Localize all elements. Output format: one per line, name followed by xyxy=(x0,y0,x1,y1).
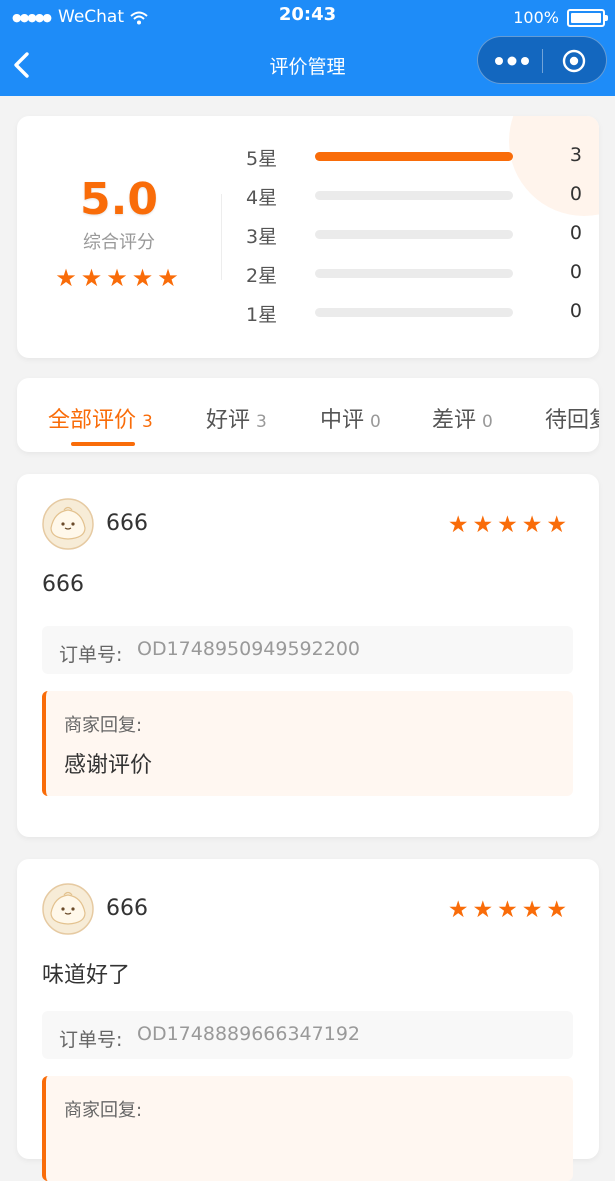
avatar xyxy=(42,498,94,550)
rating-summary-card: 5.0 综合评分 ★★★★★ 5星 3 4星 0 3星 0 2星 0 1星 0 xyxy=(17,116,599,358)
status-bar: ●●●●● WeChat 20:43 100% xyxy=(0,0,615,34)
overall-stars-icon: ★★★★★ xyxy=(55,264,183,292)
distribution-bar xyxy=(315,191,513,200)
active-tab-indicator xyxy=(71,442,135,446)
review-stars-icon: ★★★★★ xyxy=(447,897,571,923)
menu-capsule xyxy=(477,36,607,84)
navigation-bar: ●●●●● WeChat 20:43 100% 评价管理 xyxy=(0,0,615,96)
order-number-box: 订单号: OD1748950949592200 xyxy=(42,626,573,674)
review-card: 666 ★★★★★ 666 订单号: OD1748950949592200 商家… xyxy=(17,474,599,837)
distribution-row-2: 2星 0 xyxy=(246,261,582,287)
merchant-reply-label: 商家回复: xyxy=(64,715,143,736)
divider xyxy=(221,194,222,280)
distribution-row-3: 3星 0 xyxy=(246,222,582,248)
filter-tabs: 全部评价3 好评3 中评0 差评0 待回复 xyxy=(17,378,599,452)
tab-negative[interactable]: 差评 0 xyxy=(432,402,493,434)
capsule-divider xyxy=(542,49,543,73)
tab-all[interactable]: 全部评价 3 xyxy=(48,402,153,434)
distribution-bar xyxy=(315,269,513,278)
order-number-label: 订单号: xyxy=(59,644,123,666)
merchant-reply-text: 感谢评价 xyxy=(64,753,153,778)
tab-positive[interactable]: 好评 3 xyxy=(206,402,267,434)
review-content: 666 xyxy=(42,572,84,597)
overall-score: 5.0 xyxy=(80,174,158,225)
target-circle-icon[interactable] xyxy=(562,49,586,73)
distribution-row-4: 4星 0 xyxy=(246,183,582,209)
merchant-reply-label: 商家回复: xyxy=(64,1100,143,1121)
review-content: 味道好了 xyxy=(42,963,131,988)
overall-score-label: 综合评分 xyxy=(83,232,155,253)
distribution-bar xyxy=(315,230,513,239)
tab-pending-reply[interactable]: 待回复 xyxy=(545,402,599,434)
distribution-row-5: 5星 3 xyxy=(246,144,582,170)
review-username: 666 xyxy=(106,511,148,536)
order-number-value: OD1748889666347192 xyxy=(137,1023,360,1045)
avatar xyxy=(42,883,94,935)
distribution-row-1: 1星 0 xyxy=(246,300,582,326)
merchant-reply-box: 商家回复: xyxy=(42,1076,573,1181)
battery-icon xyxy=(567,8,608,27)
distribution-bar xyxy=(315,152,513,161)
review-stars-icon: ★★★★★ xyxy=(447,512,571,538)
more-dots-icon[interactable] xyxy=(494,50,530,72)
merchant-reply-box: 商家回复: 感谢评价 xyxy=(42,691,573,796)
order-number-box: 订单号: OD1748889666347192 xyxy=(42,1011,573,1059)
tab-neutral[interactable]: 中评 0 xyxy=(320,402,381,434)
review-card: 666 ★★★★★ 味道好了 订单号: OD1748889666347192 商… xyxy=(17,859,599,1181)
battery-percent: 100% xyxy=(513,8,559,27)
order-number-value: OD1748950949592200 xyxy=(137,638,360,660)
distribution-bar xyxy=(315,308,513,317)
order-number-label: 订单号: xyxy=(59,1029,123,1051)
review-username: 666 xyxy=(106,896,148,921)
